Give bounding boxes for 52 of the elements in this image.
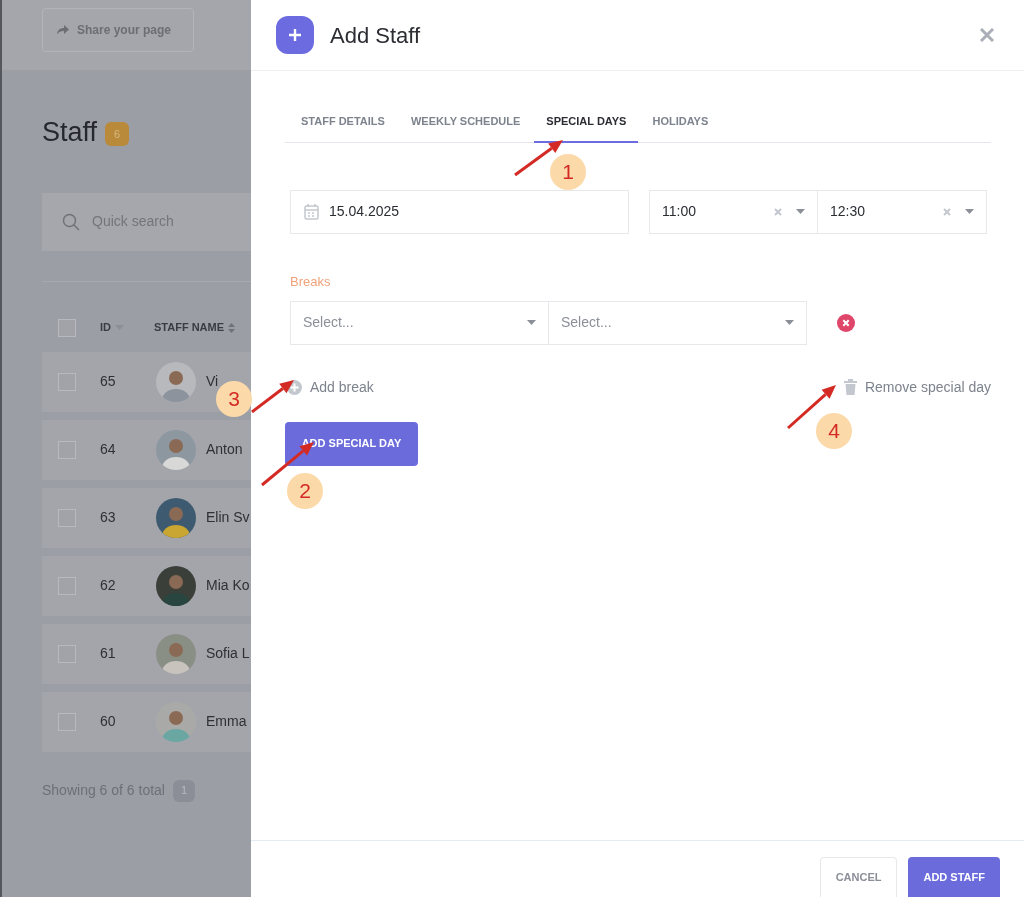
tab[interactable]: HOLIDAYS [640, 101, 721, 143]
staff-id: 64 [100, 440, 117, 459]
trash-icon [843, 379, 857, 395]
table-row[interactable]: 60 Emma [42, 691, 251, 752]
add-staff-button[interactable]: ADD STAFF [908, 857, 1000, 897]
staff-id: 65 [100, 372, 117, 391]
sort-icon [228, 322, 236, 333]
staff-name: Sofia L [206, 644, 250, 663]
breaks-label: Breaks [290, 273, 331, 289]
staff-name: Mia Ko [206, 576, 250, 595]
table-row[interactable]: 61 Sofia L [42, 623, 251, 684]
table-row[interactable]: 64 Anton [42, 419, 251, 480]
search-icon [62, 212, 80, 231]
page-title: Staff [42, 116, 98, 149]
staff-id: 60 [100, 712, 117, 731]
add-icon [276, 16, 314, 54]
staff-id: 62 [100, 576, 117, 595]
tab[interactable]: WEEKLY SCHEDULE [398, 101, 533, 143]
count-badge: 6 [105, 122, 130, 147]
clear-icon[interactable] [774, 207, 782, 216]
caret-icon [527, 320, 536, 325]
dialog-title: Add Staff [330, 21, 421, 50]
cancel-button[interactable]: CANCEL [819, 857, 898, 897]
share-label: Share your page [77, 22, 172, 39]
remove-special-day-link[interactable]: Remove special day [843, 376, 991, 398]
column-header[interactable]: STAFF NAME [154, 319, 225, 336]
break-start-select[interactable]: Select... [290, 300, 549, 345]
share-arrow-icon [57, 25, 69, 35]
table-row[interactable]: 63 Elin Sv [42, 487, 251, 548]
staff-name: Vi [206, 372, 219, 391]
calendar-icon [304, 203, 319, 220]
end-time-select[interactable]: 12:30 [818, 189, 987, 234]
tab[interactable]: STAFF DETAILS [289, 101, 397, 143]
annotation-arrow [514, 140, 563, 177]
staff-name: Emma [206, 712, 247, 731]
caret-icon [965, 209, 974, 214]
staff-name: Elin Sv [206, 508, 250, 527]
staff-id: 61 [100, 644, 117, 663]
annotation-arrow [251, 380, 294, 414]
column-header[interactable]: ID [100, 319, 124, 336]
staff-name: Anton [206, 440, 243, 459]
select-all-checkbox[interactable] [58, 318, 76, 337]
clear-icon[interactable] [943, 207, 951, 216]
table-row[interactable]: 62 Mia Ko [42, 555, 251, 616]
date-field[interactable]: 15.04.2025 [290, 189, 629, 234]
caret-icon [785, 320, 794, 325]
start-time-select[interactable]: 11:00 [649, 189, 818, 234]
caret-icon [796, 209, 805, 214]
staff-id: 63 [100, 508, 117, 527]
close-icon[interactable] [980, 28, 994, 42]
remove-break-icon[interactable] [837, 313, 855, 332]
break-end-select[interactable]: Select... [549, 300, 807, 345]
